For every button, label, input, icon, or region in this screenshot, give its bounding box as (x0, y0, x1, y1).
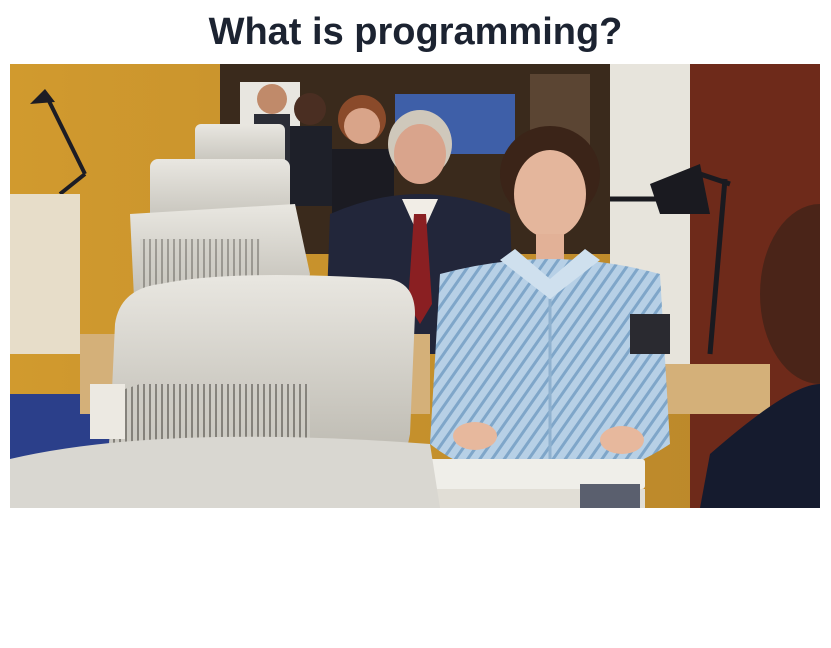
foreground-monitor-blur (10, 436, 440, 508)
office-typing-photo (10, 64, 820, 508)
slide-title: What is programming? (208, 11, 623, 53)
